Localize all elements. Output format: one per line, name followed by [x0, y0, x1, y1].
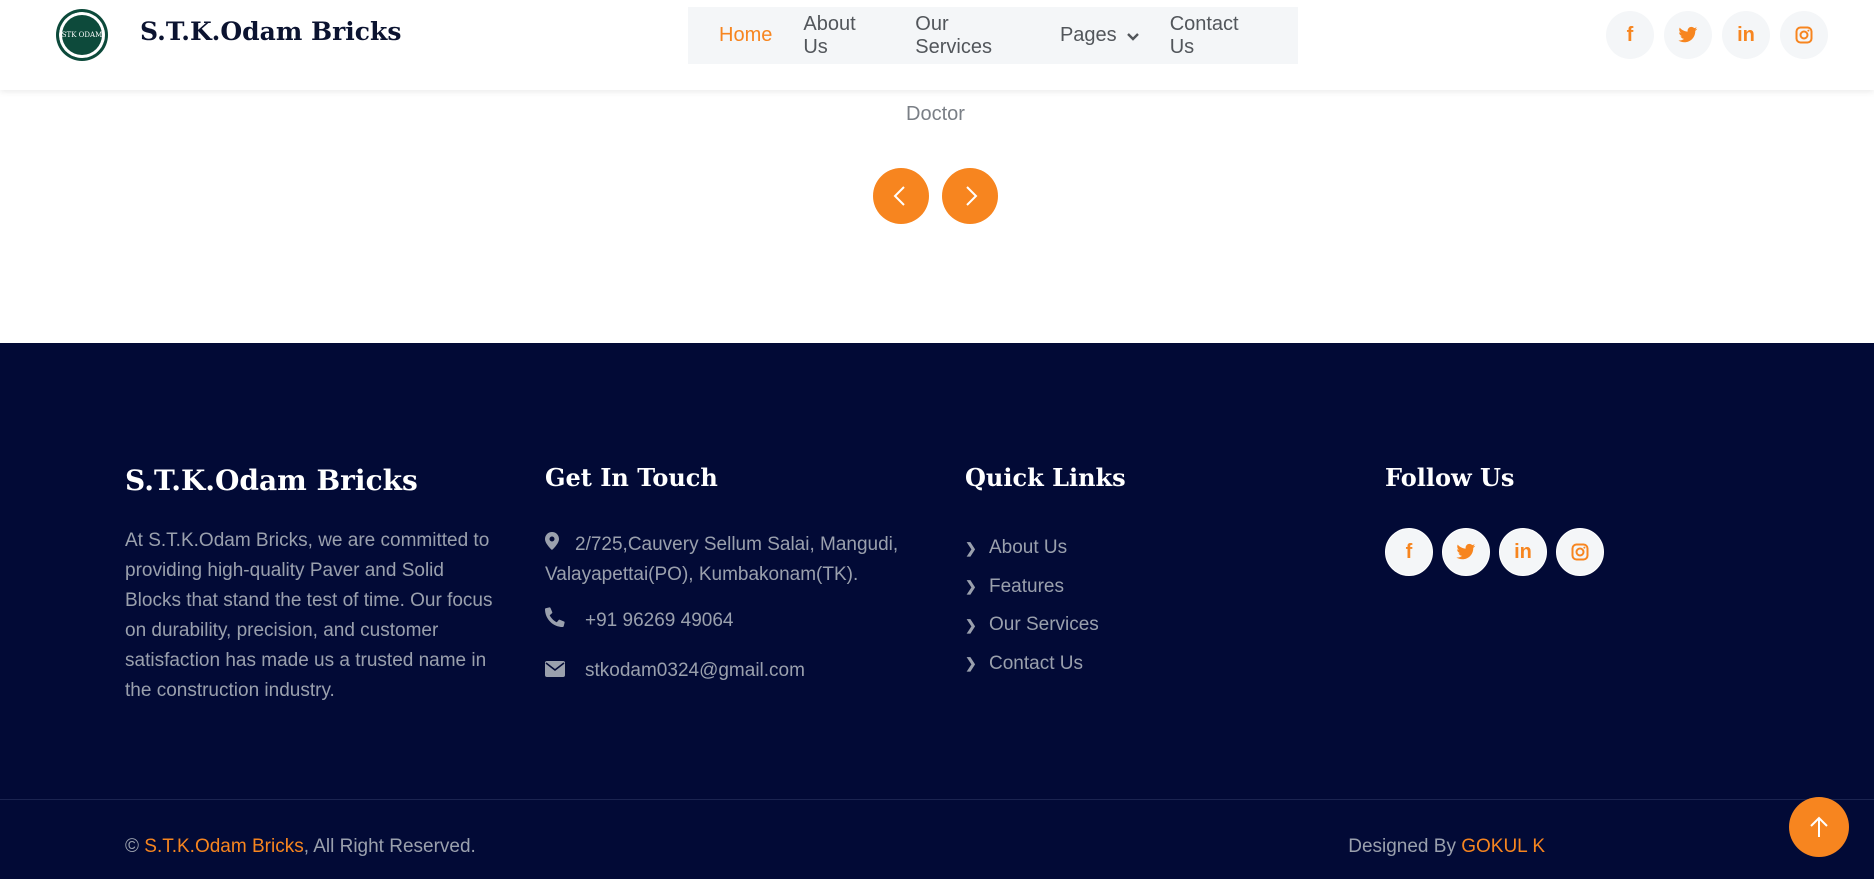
brand-name[interactable]: S.T.K.Odam Bricks — [140, 17, 401, 46]
brand-logo[interactable]: STK ODAM — [56, 9, 108, 61]
instagram-icon[interactable] — [1556, 528, 1604, 576]
carousel-prev-button[interactable] — [873, 168, 929, 224]
site-footer: S.T.K.Odam Bricks At S.T.K.Odam Bricks, … — [0, 343, 1874, 879]
designer-link[interactable]: GOKUL K — [1461, 836, 1545, 857]
footer-follow-us: Follow Us f in — [1385, 463, 1613, 576]
linkedin-icon[interactable]: in — [1499, 528, 1547, 576]
quick-link-contact-us[interactable]: ❯ Contact Us — [965, 645, 1126, 684]
logo-text: STK ODAM — [61, 31, 103, 39]
nav-item-our-services[interactable]: Our Services — [915, 13, 1029, 59]
chevron-right-icon: ❯ — [965, 539, 977, 556]
footer-about-text: At S.T.K.Odam Bricks, we are committed t… — [125, 530, 493, 701]
nav-item-contact-us[interactable]: Contact Us — [1170, 13, 1267, 59]
twitter-icon[interactable] — [1442, 528, 1490, 576]
copyright: © S.T.K.Odam Bricks, All Right Reserved. — [125, 836, 476, 857]
twitter-icon[interactable] — [1664, 11, 1712, 59]
copyright-brand-link[interactable]: S.T.K.Odam Bricks — [144, 836, 303, 857]
nav-item-pages[interactable]: Pages — [1060, 24, 1139, 47]
linkedin-icon[interactable]: in — [1722, 11, 1770, 59]
main-nav: Home About Us Our Services Pages Contact… — [688, 7, 1298, 64]
chevron-right-icon: ❯ — [965, 578, 977, 595]
header-social-links: f in — [1606, 11, 1838, 59]
quick-link-features[interactable]: ❯ Features — [965, 568, 1126, 607]
map-marker-icon — [545, 529, 575, 559]
chevron-right-icon — [966, 186, 978, 206]
arrow-up-icon — [1810, 816, 1828, 837]
get-in-touch-title: Get In Touch — [545, 463, 718, 492]
chevron-right-icon: ❯ — [965, 655, 977, 672]
nav-item-about-us[interactable]: About Us — [803, 13, 884, 59]
back-to-top-button[interactable] — [1789, 797, 1849, 857]
chevron-left-icon — [893, 186, 905, 206]
follow-us-title: Follow Us — [1385, 463, 1515, 492]
facebook-icon[interactable]: f — [1606, 11, 1654, 59]
footer-about: S.T.K.Odam Bricks At S.T.K.Odam Bricks, … — [125, 464, 495, 706]
phone[interactable]: +91 96269 49064 — [545, 606, 905, 636]
quick-link-about-us[interactable]: ❯ About Us — [965, 529, 1126, 568]
footer-divider — [0, 799, 1874, 800]
instagram-icon[interactable] — [1780, 11, 1828, 59]
address: 2/725,Cauvery Sellum Salai, Mangudi, Val… — [545, 529, 905, 590]
footer-quick-links: Quick Links ❯ About Us ❯ Features ❯ Our Ser… — [965, 463, 1126, 683]
footer-contact: Get In Touch 2/725,Cauvery Sellum Salai,… — [545, 463, 905, 686]
designed-by: Designed By GOKUL K — [1348, 836, 1545, 857]
carousel-controls — [873, 168, 1011, 224]
footer-social-links: f in — [1385, 528, 1613, 576]
footer-brand: S.T.K.Odam Bricks — [125, 464, 418, 497]
phone-icon — [545, 606, 585, 636]
testimonial-role: Doctor — [906, 103, 965, 125]
carousel-next-button[interactable] — [942, 168, 998, 224]
envelope-icon — [545, 656, 585, 686]
site-header: STK ODAM S.T.K.Odam Bricks Home About Us… — [0, 0, 1874, 90]
quick-links-title: Quick Links — [965, 463, 1126, 492]
email[interactable]: stkodam0324@gmail.com — [545, 656, 905, 686]
quick-link-our-services[interactable]: ❯ Our Services — [965, 606, 1126, 645]
facebook-icon[interactable]: f — [1385, 528, 1433, 576]
chevron-right-icon: ❯ — [965, 616, 977, 633]
chevron-down-icon — [1126, 28, 1139, 44]
nav-item-home[interactable]: Home — [719, 24, 772, 47]
